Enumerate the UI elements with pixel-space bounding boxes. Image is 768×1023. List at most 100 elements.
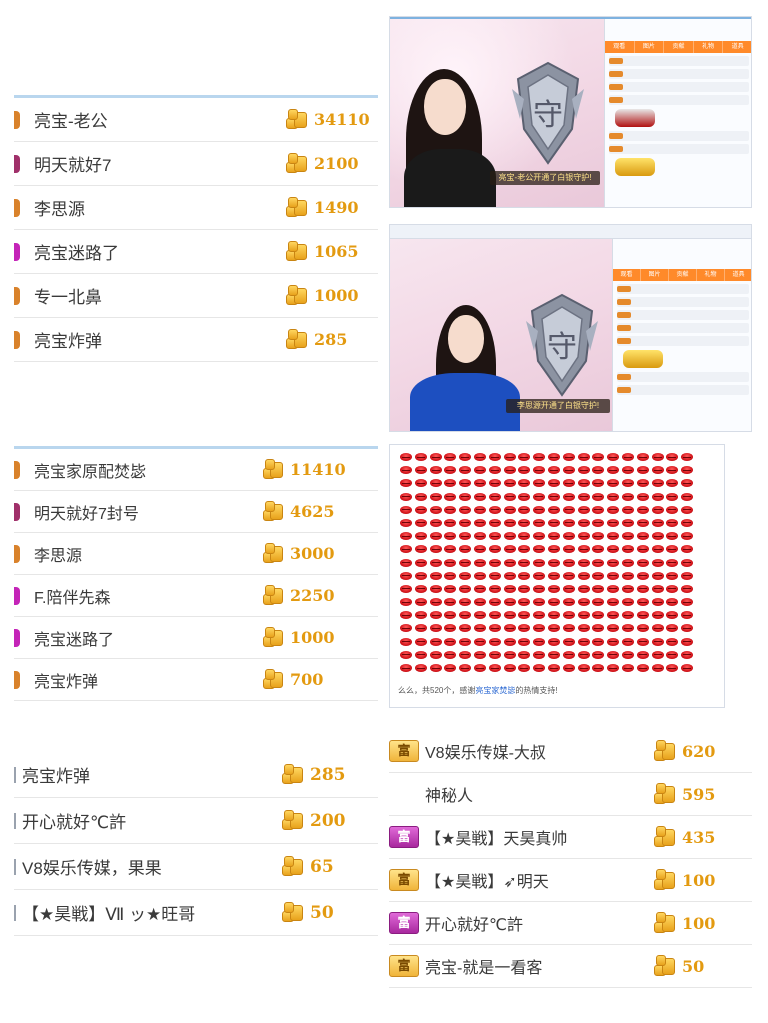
leaderboard-row[interactable]: 富【★昊戦】天昊真帅 435	[389, 816, 752, 859]
leaderboard-row[interactable]: 富亮宝-就是一看客 50	[389, 945, 752, 988]
lips-gift-icon	[459, 624, 472, 633]
user-name[interactable]: 亮宝家原配焚毖	[34, 458, 263, 482]
tab-watch[interactable]: 观看	[613, 269, 641, 281]
leaderboard-row[interactable]: 亮宝-老公 34110	[14, 98, 378, 142]
lips-gift-icon	[607, 637, 620, 646]
user-name[interactable]: F.陪伴先森	[34, 584, 263, 608]
lips-gift-icon	[547, 650, 560, 659]
lips-gift-icon	[518, 532, 531, 541]
tab-props[interactable]: 道具	[725, 269, 751, 281]
leaderboard-row[interactable]: 亮宝迷路了 1065	[14, 230, 378, 274]
leaderboard-row[interactable]: 李思源 1490	[14, 186, 378, 230]
user-name[interactable]: 李思源	[34, 542, 263, 566]
lips-gift-icon	[636, 637, 649, 646]
lips-gift-icon	[577, 492, 590, 501]
tab-contrib[interactable]: 贡献	[669, 269, 697, 281]
lips-gift-icon	[681, 598, 694, 607]
stream-screenshot-1: 守 亮宝-老公开通了白银守护! 观看 图片 贡献 礼物 道具	[389, 16, 752, 208]
user-name[interactable]: 【★昊戦】Ⅶ ッ★旺哥	[22, 900, 282, 925]
lips-gift-icon	[666, 637, 679, 646]
user-name[interactable]: 【★昊戦】➶明天	[425, 868, 654, 892]
lips-gift-icon	[666, 479, 679, 488]
user-name[interactable]: 明天就好7封号	[34, 500, 263, 524]
lips-gift-icon	[547, 532, 560, 541]
leaderboard-row[interactable]: F.陪伴先森 2250	[14, 575, 378, 617]
leaderboard-row[interactable]: 亮宝炸弹 700	[14, 659, 378, 701]
lips-gift-icon	[400, 492, 412, 501]
user-name[interactable]: 亮宝-就是一看客	[425, 954, 654, 978]
user-name[interactable]: 神秘人	[425, 782, 654, 806]
lips-gift-icon	[621, 664, 634, 672]
lips-gift-icon	[607, 518, 620, 527]
lips-gift-icon	[503, 637, 516, 646]
user-name[interactable]: 【★昊戦】天昊真帅	[425, 825, 654, 849]
leaderboard-row[interactable]: 明天就好7封号 4625	[14, 491, 378, 533]
tab-props[interactable]: 道具	[723, 41, 751, 53]
chat-line	[609, 131, 749, 141]
lips-gift-icon	[666, 611, 679, 620]
lips-gift-icon	[607, 624, 620, 633]
tab-photos[interactable]: 图片	[641, 269, 669, 281]
wealth-badge: 富	[389, 869, 419, 891]
row-marker	[14, 766, 16, 783]
lips-gift-icon	[636, 492, 649, 501]
user-name[interactable]: 亮宝炸弹	[22, 762, 282, 787]
lips-gift-icon	[562, 545, 575, 554]
user-name[interactable]: 亮宝-老公	[34, 107, 286, 132]
lips-gift-icon	[651, 453, 664, 461]
user-name[interactable]: 亮宝炸弹	[34, 327, 286, 352]
lips-gift-icon	[651, 611, 664, 620]
leaderboard-row[interactable]: 富【★昊戦】➶明天 100	[389, 859, 752, 902]
user-name[interactable]: 开心就好℃許	[425, 911, 654, 935]
stream-screenshot-2: 守 李思源开通了白银守护! 观看 图片 贡献 礼物 道具	[389, 224, 752, 432]
lips-gift-icon	[414, 637, 427, 646]
lips-footer-name[interactable]: 亮宝家焚毖	[475, 686, 515, 695]
user-name[interactable]: V8娱乐传媒-大叔	[425, 739, 654, 763]
tab-watch[interactable]: 观看	[605, 41, 635, 53]
user-name[interactable]: 亮宝迷路了	[34, 626, 263, 650]
lips-gift-icon	[547, 624, 560, 633]
lips-gift-icon	[666, 453, 679, 461]
gold-coin-icon	[263, 627, 284, 648]
lips-footer-prefix: 么么，共520个，感谢	[398, 686, 476, 695]
user-name[interactable]: 明天就好7	[34, 151, 286, 176]
lips-gift-icon	[414, 453, 427, 461]
gold-coin-icon	[654, 740, 676, 762]
leaderboard-row[interactable]: 专一北鼻 1000	[14, 274, 378, 318]
user-name[interactable]: V8娱乐传媒，果果	[22, 854, 282, 879]
lips-gift-icon	[651, 479, 664, 488]
tab-gifts[interactable]: 礼物	[697, 269, 725, 281]
leaderboard-row[interactable]: 亮宝家原配焚毖 11410	[14, 449, 378, 491]
lips-gift-icon	[518, 492, 531, 501]
leaderboard-row[interactable]: 富 V8娱乐传媒-大叔 620	[389, 730, 752, 773]
gift-amount: 285	[314, 330, 348, 349]
lips-gift-icon	[547, 492, 560, 501]
leaderboard-row[interactable]: 开心就好℃許 200	[14, 798, 378, 844]
lips-gift-icon	[429, 545, 442, 554]
lips-gift-icon	[681, 479, 694, 488]
leaderboard-row[interactable]: 【★昊戦】Ⅶ ッ★旺哥 50	[14, 890, 378, 936]
user-name[interactable]: 亮宝迷路了	[34, 239, 286, 264]
lips-gift-icon	[400, 532, 412, 541]
leaderboard-row[interactable]: 明天就好7 2100	[14, 142, 378, 186]
leaderboard-row[interactable]: 李思源 3000	[14, 533, 378, 575]
lips-gift-icon	[681, 571, 694, 580]
user-name[interactable]: 李思源	[34, 195, 286, 220]
tab-photos[interactable]: 图片	[635, 41, 665, 53]
leaderboard-row[interactable]: 亮宝炸弹 285	[14, 318, 378, 362]
leaderboard-row[interactable]: 亮宝迷路了 1000	[14, 617, 378, 659]
tab-gifts[interactable]: 礼物	[694, 41, 724, 53]
leaderboard-row[interactable]: 亮宝炸弹 285	[14, 752, 378, 798]
lips-gift-icon	[533, 479, 546, 488]
rank-badge	[14, 110, 20, 129]
lips-gift-icon	[473, 479, 486, 488]
leaderboard-row[interactable]: V8娱乐传媒，果果 65	[14, 844, 378, 890]
user-name[interactable]: 亮宝炸弹	[34, 668, 263, 692]
leaderboard-row[interactable]: 富开心就好℃許 100	[389, 902, 752, 945]
leaderboard-row[interactable]: 神秘人 595	[389, 773, 752, 816]
tab-contrib[interactable]: 贡献	[664, 41, 694, 53]
user-name[interactable]: 专一北鼻	[34, 283, 286, 308]
lips-gift-icon	[488, 532, 501, 541]
user-name[interactable]: 开心就好℃許	[22, 808, 282, 833]
lips-gift-icon	[592, 571, 605, 580]
